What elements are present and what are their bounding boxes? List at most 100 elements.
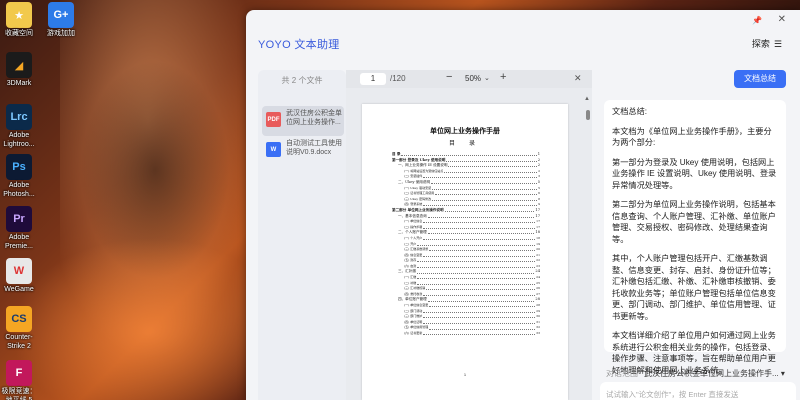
toc-leader <box>417 258 536 263</box>
file-name: 武汉住房公积金单位网上业务操作... <box>286 110 342 126</box>
toc-leader <box>429 325 536 330</box>
toc-leader <box>423 292 536 296</box>
doc-subtitle: 目 录 <box>449 140 481 147</box>
toc-leader <box>401 152 537 157</box>
summary-pane: 文档总结 文档总结: 本文档为《单位网上业务操作手册》，主要分为两个部分: 第一部分… <box>592 70 800 400</box>
menu-icon: ☰ <box>773 39 782 49</box>
game-plus-icon: G+ <box>48 2 74 28</box>
word-icon: W <box>266 142 281 157</box>
scrollbar-thumb[interactable] <box>586 110 590 120</box>
app-title: YOYO 文本助理 <box>258 39 340 51</box>
summary-card: 文档总结: 本文档为《单位网上业务操作手册》，主要分为两个部分: 第一部分为登录及 … <box>604 100 786 375</box>
toc-leader <box>417 264 536 268</box>
desktop-icon-favorites[interactable]: ★ 收藏空间 <box>0 2 38 38</box>
page-number-input[interactable]: 1 <box>360 73 386 85</box>
desktop-icon-game-plus[interactable]: G+ 游戏加加 <box>42 2 80 38</box>
toc-leader <box>416 269 535 274</box>
toc-leader <box>423 225 536 229</box>
toc-leader <box>426 286 536 291</box>
desktop-icon-3dmark[interactable]: ◢ 3DMark <box>0 52 38 88</box>
summary-paragraph: 其中，个人账户管理包括开户、汇缴基数调整、信息变更、封存、启封、身份证升位等；汇… <box>612 254 776 321</box>
toc-leader <box>432 186 538 190</box>
chevron-down-icon[interactable]: ⌄ <box>484 74 490 82</box>
toc-page: 33 <box>536 331 540 335</box>
document-summary-button[interactable]: 文档总结 <box>734 70 786 88</box>
pin-icon[interactable]: 📌 <box>752 16 762 26</box>
summary-paragraph: 第一部分为登录及 Ukey 使用说明，包括网上业务操作 IE 设置说明、Ukey… <box>612 157 777 190</box>
lightroom-icon: Lrc <box>6 104 32 130</box>
explore-button[interactable]: 探索 ☰ <box>752 37 782 50</box>
desktop-icon-photoshop[interactable]: Ps Adobe Photosh... <box>0 154 38 199</box>
toc-leader <box>435 191 538 196</box>
toc-leader <box>448 163 537 168</box>
toc-leader <box>417 242 536 246</box>
toc-leader <box>423 331 536 336</box>
toc-leader <box>423 309 536 313</box>
file-list: 共 2 个文件 PDF 武汉住房公积金单位网上业务操作... W 自动测试工具使… <box>258 70 346 400</box>
toc-leader <box>446 158 537 162</box>
toc-text: (六) 证书更新 <box>404 331 423 335</box>
toc-leader <box>417 281 536 285</box>
3dmark-icon: ◢ <box>6 52 32 78</box>
desktop-icon-premiere[interactable]: Pr Adobe Premie... <box>0 206 38 251</box>
wegame-icon: W <box>6 258 32 284</box>
viewer-toolbar: 1 /120 − 50% ⌄ + ✕ <box>346 70 592 88</box>
toc-leader <box>423 320 536 324</box>
forza-icon: F <box>6 360 32 386</box>
table-of-contents: 目 录 1 第一部分 登录及 Ukey 使用说明 2 一、网上业务操作 IE 设置说明 2… <box>392 152 540 337</box>
title-bar[interactable]: YOYO 文本助理 📌 ✕ 探索 ☰ <box>246 10 800 70</box>
close-icon[interactable]: ✕ <box>778 14 786 25</box>
summary-paragraph: 本文档为《单位网上业务操作手册》，主要分为两个部分: <box>612 126 772 148</box>
toc-leader <box>423 174 538 179</box>
file-item-pdf[interactable]: PDF 武汉住房公积金单位网上业务操作... <box>262 106 344 136</box>
scope-select[interactable]: 武汉住房公积金单位网上业务操作手... ▾ <box>644 368 785 379</box>
toc-line: (六) 证书更新 33 <box>392 331 540 337</box>
toc-leader <box>429 247 536 252</box>
toc-leader <box>427 214 535 218</box>
toc-leader <box>417 275 536 280</box>
summary-paragraph: 第二部分为单位网上业务操作说明，包括基本信息查询、个人账户管理、汇补缴、单位账户… <box>612 200 776 244</box>
toc-leader <box>423 314 536 319</box>
doc-page-number: 1 <box>463 372 467 377</box>
toc-leader <box>432 197 538 201</box>
doc-title: 单位网上业务操作手册 <box>430 126 500 135</box>
file-item-docx[interactable]: W 自动测试工具使用说明V0.9.docx <box>262 136 344 166</box>
document-page: 单位网上业务操作手册 目 录 目 录 1 第一部分 登录及 Ukey 使用说明 2 一、… <box>362 104 568 400</box>
document-viewer: 1 /120 − 50% ⌄ + ✕ ▲ 单位网上业务操作手册 目 录 目 录1… <box>346 70 592 400</box>
star-folder-icon: ★ <box>6 2 32 28</box>
chat-input-placeholder: 试试输入"论文创作"，按 Enter 直接发送 <box>606 390 739 399</box>
desktop-icon-lightroom[interactable]: Lrc Adobe Lightroo... <box>0 104 38 149</box>
counter-strike-icon: CS <box>6 306 32 332</box>
scroll-up-icon[interactable]: ▲ <box>584 96 590 102</box>
toc-leader <box>427 297 535 302</box>
summary-paragraph: 文档总结: <box>612 107 648 116</box>
explore-label: 探索 <box>751 39 770 49</box>
page-total: /120 <box>390 74 406 83</box>
desktop-icon-wegame[interactable]: W WeGame <box>0 258 38 294</box>
zoom-out-button[interactable]: − <box>446 71 452 83</box>
scope-label: 对话范围 <box>606 369 638 378</box>
toc-leader <box>423 202 538 207</box>
toc-leader <box>427 230 535 235</box>
toc-leader <box>423 253 536 257</box>
pdf-icon: PDF <box>266 112 281 127</box>
toc-leader <box>423 236 536 240</box>
chat-input[interactable]: 试试输入"论文创作"，按 Enter 直接发送 <box>600 382 796 400</box>
file-count: 共 2 个文件 <box>281 76 323 85</box>
close-viewer-icon[interactable]: ✕ <box>574 73 582 84</box>
toc-leader <box>423 219 536 224</box>
premiere-icon: Pr <box>6 206 32 232</box>
toc-leader <box>444 208 535 213</box>
desktop-icon-counter-strike[interactable]: CS Counter-Strike 2 <box>0 306 38 351</box>
toc-leader <box>444 169 538 173</box>
scope-value: 武汉住房公积金单位网上业务操作手... <box>644 369 779 378</box>
photoshop-icon: Ps <box>6 154 32 180</box>
caret-down-icon: ▾ <box>780 369 785 378</box>
zoom-level[interactable]: 50% <box>465 74 481 83</box>
toc-leader <box>429 303 536 308</box>
zoom-in-button[interactable]: + <box>500 71 506 83</box>
toc-leader <box>431 180 537 185</box>
yoyo-text-assistant-window: YOYO 文本助理 📌 ✕ 探索 ☰ 共 2 个文件 PDF 武汉住房公积金单位网… <box>246 10 800 400</box>
desktop-icon-forza[interactable]: F 极限竞速：地平线 5 <box>0 360 38 400</box>
file-name: 自动测试工具使用说明V0.9.docx <box>286 140 342 156</box>
